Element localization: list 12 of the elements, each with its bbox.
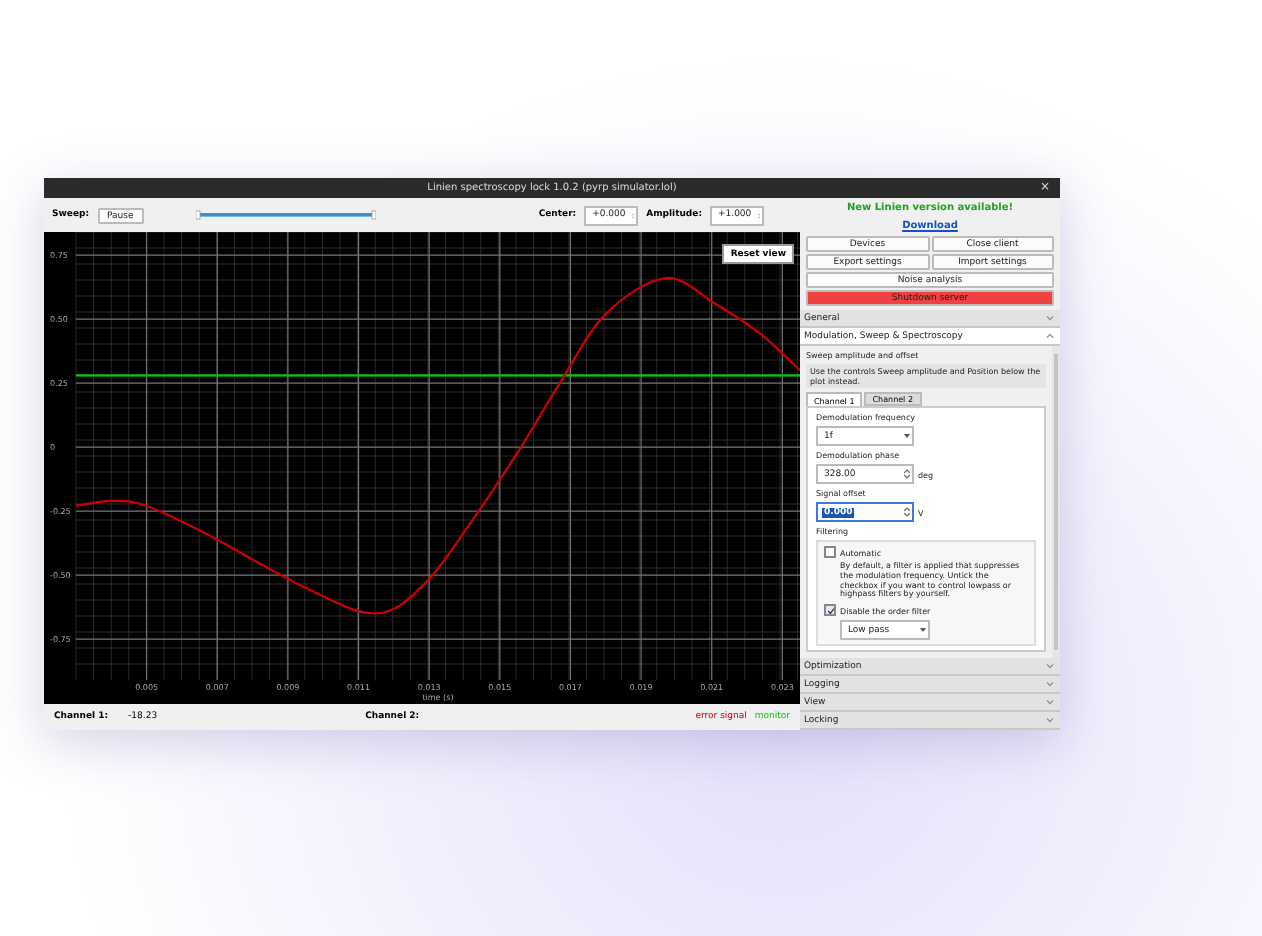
chevron-icon [1046,314,1054,322]
scrollbar[interactable] [1052,346,1060,658]
chevron-icon [1046,332,1054,340]
checkbox[interactable] [824,546,836,558]
checkbox[interactable] [824,604,836,617]
chevron-icon [1046,698,1054,706]
chevron-icon [1046,680,1054,688]
chevron-icon [1046,716,1054,724]
caret-icon [904,434,910,438]
chevron-icon [1046,662,1054,670]
range-slider[interactable] [195,210,376,220]
caret-icon [920,628,926,633]
